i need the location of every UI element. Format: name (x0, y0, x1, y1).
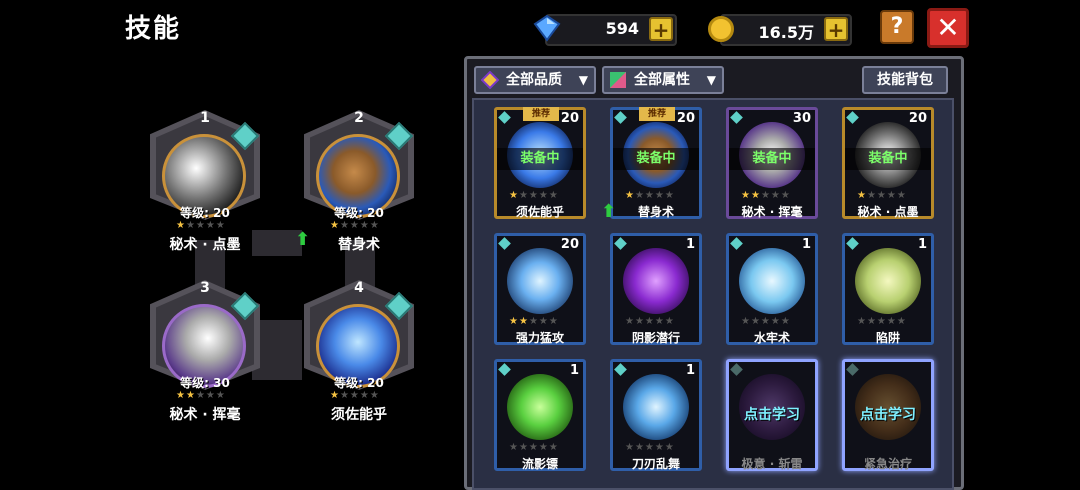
slot-level: 等级: 20 (334, 376, 384, 390)
equipped-label: 装备中 (497, 148, 583, 170)
skill-card[interactable]: 1 ★★★★★ 流影镖 (494, 359, 586, 471)
gold-amount: 16.5万 (758, 23, 814, 42)
slot-skill-name: 替身术 (338, 237, 380, 253)
gem-amount: 594 (605, 19, 639, 38)
skill-card[interactable]: 推荐 20 装备中 ★★★★★ 须佐能乎 (494, 107, 586, 219)
recommended-badge: 推荐 (639, 107, 675, 121)
skill-name: 须佐能乎 (515, 205, 564, 219)
skill-name: 阴影潜行 (631, 331, 680, 345)
star-rating: ★★★★★ (741, 316, 791, 327)
skill-name: 水牢术 (753, 331, 790, 345)
learn-label: 点击学习 (860, 407, 916, 423)
coin-icon (708, 16, 734, 42)
star-rating: ★★★★★ (857, 190, 907, 201)
star-rating: ★★★★★ (857, 316, 907, 327)
quality-filter-dropdown[interactable]: 全部品质 ▼ (474, 66, 596, 94)
slot-skill-name: 秘术 · 挥毫 (169, 407, 241, 423)
add-gold-button[interactable]: + (824, 17, 848, 41)
equipped-slot-1[interactable]: 1 等级: 20 ★★★★★ 秘术 · 点墨 (140, 104, 270, 254)
slot-level: 等级: 30 (180, 376, 230, 390)
equipped-slot-4[interactable]: 4 等级: 20 ★★★★★ 须佐能乎 (294, 274, 424, 424)
skill-count: 30 (792, 111, 811, 126)
skill-count: 20 (676, 111, 695, 126)
upgrade-arrow-icon: ⬆ (601, 201, 617, 222)
star-rating: ★★★★★ (509, 190, 559, 201)
skill-card[interactable]: 30 装备中 ★★★★★ 秘术 · 挥毫 (726, 107, 818, 219)
attribute-filter-dropdown[interactable]: 全部属性 ▼ (602, 66, 724, 94)
skill-card[interactable]: 推荐 20 装备中 ★★★★★ 替身术 (610, 107, 702, 219)
close-button[interactable]: ✕ (927, 8, 969, 48)
skill-card[interactable]: 20 ★★★★★ 强力猛攻 (494, 233, 586, 345)
skill-name: 强力猛攻 (515, 331, 564, 345)
learn-skill-card[interactable]: 点击学习 紧急治疗 (842, 359, 934, 471)
skill-count: 1 (917, 237, 927, 252)
recommended-badge: 推荐 (523, 107, 559, 121)
attribute-icon (610, 72, 626, 88)
star-rating: ★★★★★ (330, 220, 380, 231)
slot-number: 4 (354, 280, 364, 296)
skill-name: 极意 · 斩雷 (741, 457, 803, 471)
skill-count: 1 (685, 237, 695, 252)
star-rating: ★★★★★ (509, 442, 559, 453)
skill-card[interactable]: 1 ★★★★★ 水牢术 (726, 233, 818, 345)
skill-count: 1 (569, 363, 579, 378)
skill-count: 20 (560, 237, 579, 252)
chevron-down-icon: ▼ (706, 73, 716, 87)
diamond-icon (533, 14, 561, 42)
help-button[interactable]: ? (880, 10, 914, 44)
skill-count: 20 (908, 111, 927, 126)
learn-skill-card[interactable]: 点击学习 极意 · 斩雷 (726, 359, 818, 471)
star-rating: ★★★★★ (625, 316, 675, 327)
star-rating: ★★★★★ (176, 390, 226, 401)
skill-count: 1 (801, 237, 811, 252)
slot-level: 等级: 20 (334, 206, 384, 220)
learn-label: 点击学习 (744, 407, 800, 423)
equipped-slot-3[interactable]: 3 等级: 30 ★★★★★ 秘术 · 挥毫 (140, 274, 270, 424)
skill-name: 替身术 (637, 205, 674, 219)
skill-name: 紧急治疗 (863, 457, 912, 471)
slot-level: 等级: 20 (180, 206, 230, 220)
skill-card[interactable]: 1 ★★★★★ 陷阱 (842, 233, 934, 345)
equipped-label: 装备中 (845, 148, 931, 170)
equipped-slot-2[interactable]: 2 等级: 20 ★★★★★ 替身术 (294, 104, 424, 254)
star-rating: ★★★★★ (741, 190, 791, 201)
quality-gem-icon (481, 71, 499, 89)
skill-name: 流影镖 (521, 457, 558, 471)
slot-number: 1 (200, 110, 210, 126)
star-rating: ★★★★★ (176, 220, 226, 231)
gold-counter: 16.5万 + (708, 14, 852, 46)
skill-bag-button[interactable]: 技能背包 (862, 66, 948, 94)
skill-card[interactable]: 20 装备中 ★★★★★ 秘术 · 点墨 (842, 107, 934, 219)
equipped-label: 装备中 (613, 148, 699, 170)
star-rating: ★★★★★ (509, 316, 559, 327)
gem-counter: 594 + (533, 14, 677, 46)
skill-name: 秘术 · 点墨 (857, 205, 919, 219)
chevron-down-icon: ▼ (578, 73, 588, 87)
skill-name: 秘术 · 挥毫 (741, 205, 803, 219)
skill-card[interactable]: 1 ★★★★★ 刀刃乱舞 (610, 359, 702, 471)
skill-count: 20 (560, 111, 579, 126)
slot-skill-name: 秘术 · 点墨 (169, 237, 241, 253)
star-rating: ★★★★★ (625, 190, 675, 201)
skill-card[interactable]: 1 ★★★★★ 阴影潜行 (610, 233, 702, 345)
star-rating: ★★★★★ (330, 390, 380, 401)
skill-name: 陷阱 (875, 331, 900, 345)
slot-number: 2 (354, 110, 364, 126)
add-gems-button[interactable]: + (649, 17, 673, 41)
slot-number: 3 (200, 280, 210, 296)
equipped-label: 装备中 (729, 148, 815, 170)
skill-count: 1 (685, 363, 695, 378)
page-title: 技能 (125, 14, 182, 44)
skill-name: 刀刃乱舞 (631, 457, 680, 471)
slot-skill-name: 须佐能乎 (331, 407, 387, 423)
star-rating: ★★★★★ (625, 442, 675, 453)
